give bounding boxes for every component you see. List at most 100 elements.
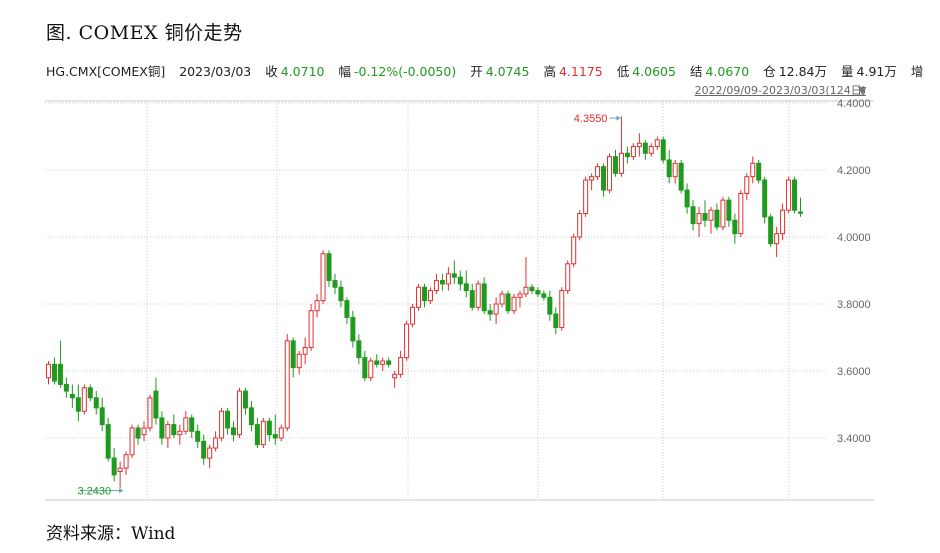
candle-body (231, 427, 237, 436)
candle-body (99, 407, 105, 426)
candle-body (589, 176, 595, 181)
candle-body (690, 206, 696, 225)
candle-body (284, 340, 290, 429)
candle-body (266, 420, 272, 436)
candle-body (433, 280, 439, 292)
candle-body (392, 373, 398, 379)
candle-body (798, 211, 803, 214)
candle-body (320, 253, 326, 302)
candle-body (129, 427, 135, 456)
candle-body (236, 390, 242, 436)
candle-body (87, 387, 93, 399)
candle-body (553, 313, 559, 328)
candle-body (738, 192, 744, 235)
candle-body (422, 286, 427, 302)
candle-body (493, 303, 499, 315)
y-tick-label: 4.0000 (837, 232, 871, 244)
candle-body (445, 273, 451, 285)
candle-body (583, 179, 589, 215)
candle-body (469, 290, 475, 308)
candle-body (577, 213, 583, 238)
candle-body (672, 162, 678, 178)
candle-body (362, 357, 368, 379)
candle-body (720, 199, 726, 228)
candle-body (756, 162, 762, 181)
candle-body (732, 219, 738, 235)
candle-body (254, 424, 260, 446)
candle-body (427, 290, 433, 302)
candle-body (111, 457, 117, 476)
candle-body (332, 280, 338, 288)
y-tick-label: 3.4000 (837, 433, 871, 445)
candle-body (296, 353, 302, 369)
candle-body (523, 286, 529, 295)
candle-body (648, 146, 654, 154)
candle-body (666, 159, 672, 178)
candle-body (183, 417, 189, 432)
candle-body (81, 387, 87, 412)
y-tick-label: 3.8000 (837, 299, 871, 311)
low-marker-arrow-icon (119, 488, 124, 494)
candle-body (225, 410, 231, 429)
candle-body (117, 467, 123, 472)
candle-body (380, 360, 386, 365)
candle-body (529, 286, 535, 292)
candle-body (195, 430, 201, 442)
candle-body (774, 233, 780, 245)
candle-body (792, 179, 798, 211)
candle-body (290, 340, 296, 369)
candle-body (46, 363, 51, 379)
candle-body (505, 293, 511, 312)
candle-body (374, 360, 380, 365)
candle-body (404, 323, 410, 359)
candle-body (517, 293, 523, 298)
high-marker-arrow-icon (616, 115, 621, 121)
candle-body (607, 156, 613, 191)
candle-body (702, 213, 708, 221)
candle-body (768, 216, 774, 245)
candle-body (213, 437, 219, 449)
candle-body (189, 417, 195, 432)
y-tick-label: 4.2000 (837, 165, 871, 177)
candle-body (547, 296, 553, 315)
candle-body (69, 393, 75, 399)
candle-body (708, 209, 714, 221)
candle-body (786, 179, 792, 211)
candle-body (487, 310, 493, 315)
candle-body (475, 283, 481, 308)
candle-body (135, 427, 141, 439)
candle-body (678, 162, 684, 191)
candle-body (326, 253, 332, 282)
source-note: 资料来源：Wind (46, 524, 176, 544)
candle-body (398, 357, 404, 375)
low-marker-label: 3.2430 (77, 486, 111, 498)
candle-body (612, 156, 618, 174)
candle-body (177, 430, 183, 436)
candle-body (302, 347, 308, 355)
candle-body (159, 417, 165, 439)
candle-body (308, 310, 314, 349)
candle-body (248, 407, 254, 426)
y-tick-label: 3.6000 (837, 366, 871, 378)
candle-body (63, 383, 69, 392)
candle-body (350, 316, 356, 342)
candle-body (618, 152, 624, 174)
candlestick-chart: 4.4000 4.2000 4.0000 3.8000 3.6000 3.4000 4.35… (45, 98, 874, 501)
candle-body (762, 179, 768, 218)
candle-body (344, 300, 350, 318)
candle-body (51, 363, 57, 382)
candle-body (451, 273, 457, 278)
candle-body (559, 290, 565, 328)
candle-body (535, 290, 541, 295)
candle-body (123, 454, 129, 469)
candle-body (410, 306, 416, 325)
candle-body (595, 166, 601, 178)
candle-body (242, 390, 248, 409)
high-marker-label: 4.3550 (574, 113, 608, 125)
candle-body (171, 424, 177, 436)
candle-body (654, 139, 660, 148)
candle-body (744, 176, 750, 194)
candle-body (165, 424, 171, 439)
candle-body (314, 300, 320, 312)
candle-body (714, 209, 720, 228)
